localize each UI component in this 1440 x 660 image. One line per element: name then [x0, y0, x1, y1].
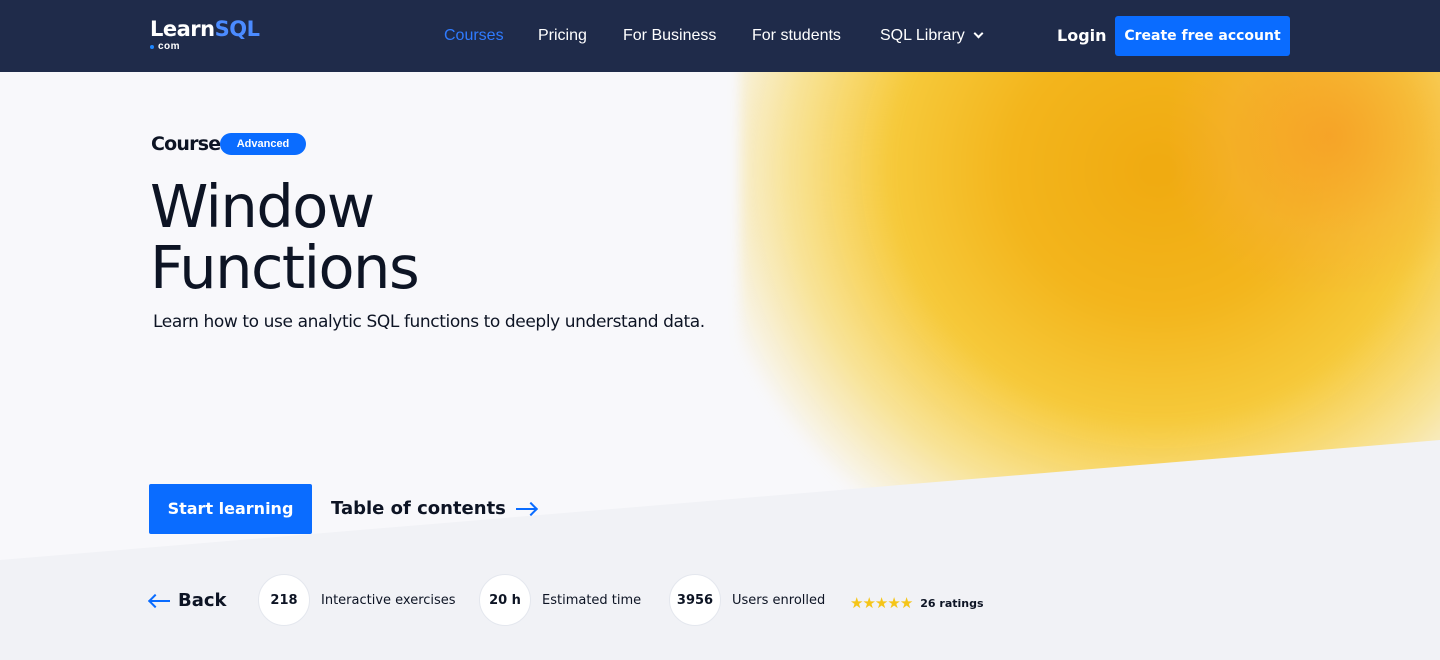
- course-rating[interactable]: ★★★★★ 26 ratings: [850, 594, 984, 612]
- arrow-left-icon: [150, 599, 170, 602]
- stat-users-enrolled-value: 3956: [669, 574, 721, 626]
- page-title-line-2: Functions: [150, 233, 420, 302]
- table-of-contents-label: Table of contents: [331, 498, 506, 519]
- star-icon: ★: [899, 595, 913, 612]
- star-icon: ★: [887, 595, 900, 612]
- stat-exercises-label: Interactive exercises: [321, 592, 456, 608]
- nav-sql-library[interactable]: SQL Library: [880, 26, 984, 46]
- create-free-account-button[interactable]: Create free account: [1115, 16, 1290, 56]
- course-kicker: Course: [151, 133, 221, 155]
- nav-pricing[interactable]: Pricing: [538, 26, 587, 46]
- stat-users-enrolled: 3956 Users enrolled: [669, 574, 825, 626]
- stat-estimated-time-label: Estimated time: [542, 592, 642, 608]
- nav-for-business[interactable]: For Business: [623, 26, 716, 46]
- hero-diagonal-band: [0, 440, 1440, 660]
- table-of-contents-link[interactable]: Table of contents: [331, 498, 536, 519]
- star-icon: ★: [874, 595, 888, 612]
- difficulty-badge: Advanced: [220, 133, 306, 155]
- nav-courses[interactable]: Courses: [444, 26, 504, 46]
- stat-users-enrolled-label: Users enrolled: [732, 592, 826, 608]
- hero-background: [0, 72, 1440, 660]
- rating-stars: ★★★★★: [850, 594, 913, 612]
- back-link[interactable]: Back: [150, 590, 227, 611]
- top-navigation-bar: LearnSQL com Courses Pricing For Busines…: [0, 0, 1440, 72]
- page-title-line-1: Window: [150, 172, 375, 241]
- arrow-right-icon: [515, 507, 536, 510]
- page-title: Window Functions: [150, 176, 750, 298]
- start-learning-button[interactable]: Start learning: [149, 484, 312, 534]
- stat-estimated-time: 20 h Estimated time: [479, 574, 641, 626]
- chevron-down-icon: [973, 28, 984, 39]
- stat-estimated-time-value: 20 h: [479, 574, 531, 626]
- rating-count: 26 ratings: [920, 596, 984, 610]
- nav-for-students[interactable]: For students: [752, 26, 841, 46]
- star-icon: ★: [850, 595, 863, 612]
- learnsql-logo[interactable]: LearnSQL com: [150, 17, 260, 55]
- stat-exercises: 218 Interactive exercises: [258, 574, 456, 626]
- back-label: Back: [178, 590, 227, 611]
- login-link[interactable]: Login: [1057, 26, 1107, 46]
- logo-domain: com: [150, 41, 260, 53]
- stat-exercises-value: 218: [258, 574, 310, 626]
- nav-sql-library-label: SQL Library: [880, 27, 965, 44]
- star-icon: ★: [862, 595, 875, 612]
- logo-wordmark: LearnSQL: [150, 17, 260, 41]
- course-description: Learn how to use analytic SQL functions …: [153, 312, 705, 332]
